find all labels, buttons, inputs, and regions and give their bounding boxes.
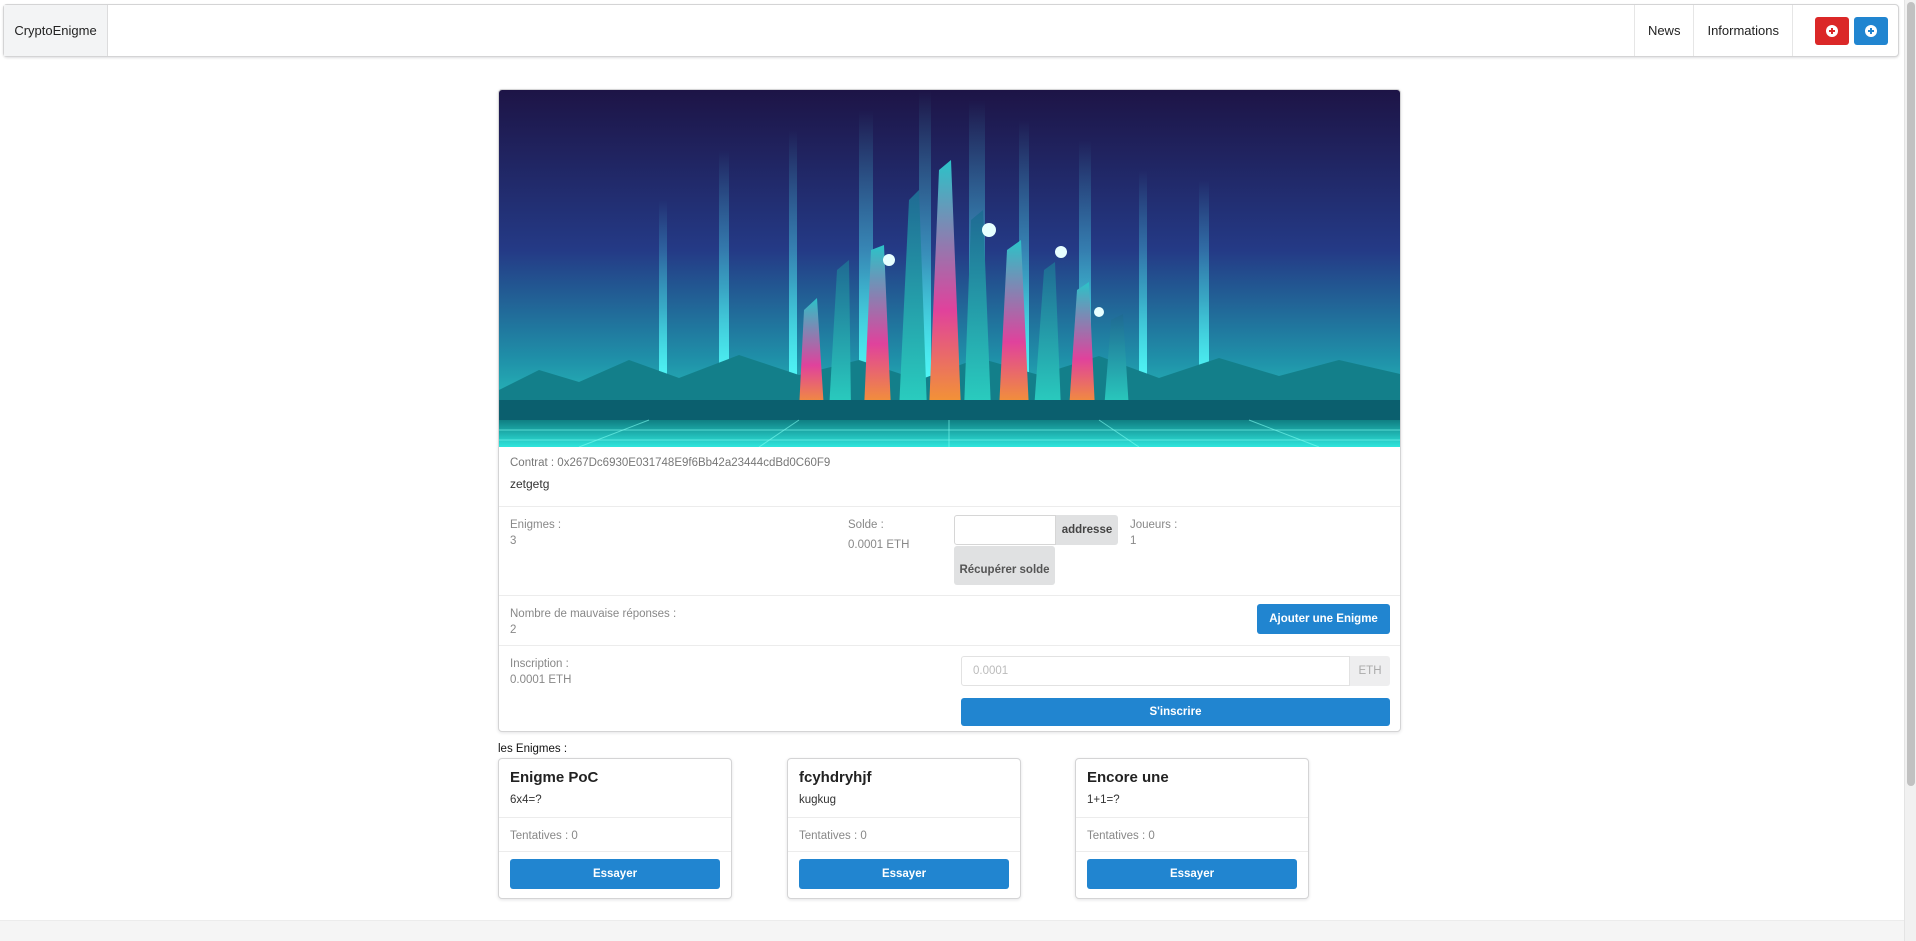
scrollbar-thumb[interactable]: [1907, 2, 1915, 786]
address-input[interactable]: [954, 515, 1056, 545]
enigme-card: Encore une 1+1=? Tentatives : 0 Essayer: [1075, 758, 1309, 899]
divider: [1076, 851, 1308, 852]
contract-description: zetgetg: [510, 477, 550, 491]
contract-address: Contrat : 0x267Dc6930E031748E9f6Bb42a234…: [510, 457, 831, 469]
enigme-title: fcyhdryhjf: [799, 769, 872, 786]
inscription-row: Inscription : 0.0001 ETH 0.0001 ETH S'in…: [499, 646, 1400, 731]
menu-spacer: [108, 5, 1634, 56]
page-scrollbar[interactable]: [1904, 0, 1916, 941]
joueurs-label: Joueurs :: [1130, 519, 1178, 531]
menu-item-news[interactable]: News: [1633, 5, 1694, 56]
brand-link[interactable]: CryptoEnigme: [4, 5, 108, 56]
contract-header: Contrat : 0x267Dc6930E031748E9f6Bb42a234…: [499, 447, 1400, 507]
eth-amount-field: 0.0001 ETH: [961, 656, 1390, 686]
enigme-title: Enigme PoC: [510, 769, 599, 786]
stats-row: Enigmes : 3 Solde : 0.0001 ETH addresse …: [499, 507, 1400, 596]
inscription-label: Inscription :: [510, 658, 569, 670]
recuperer-solde-button[interactable]: Récupérer solde: [954, 546, 1055, 585]
essayer-button[interactable]: Essayer: [799, 859, 1009, 889]
wrong-answers-block: Nombre de mauvaise réponses : 2: [510, 606, 676, 638]
solde-block: Solde : 0.0001 ETH: [848, 517, 909, 553]
divider: [1076, 817, 1308, 818]
wrong-answers-row: Nombre de mauvaise réponses : 2 Ajouter …: [499, 596, 1400, 646]
wrong-answers-label: Nombre de mauvaise réponses :: [510, 608, 677, 620]
enigme-question: 1+1=?: [1087, 794, 1120, 806]
joueurs-block: Joueurs : 1: [1130, 517, 1177, 549]
inscription-value: 0.0001 ETH: [510, 674, 572, 686]
enigmes-section-title: les Enigmes :: [498, 743, 568, 755]
divider: [499, 851, 731, 852]
enigmes-value: 3: [510, 535, 517, 547]
enigme-card: Enigme PoC 6x4=? Tentatives : 0 Essayer: [498, 758, 732, 899]
address-field: addresse: [954, 515, 1118, 545]
divider: [499, 817, 731, 818]
menu-item-informations[interactable]: Informations: [1693, 5, 1792, 56]
solde-label: Solde :: [848, 519, 884, 531]
add-enigme-button[interactable]: Ajouter une Enigme: [1257, 604, 1390, 634]
enigme-title: Encore une: [1087, 769, 1169, 786]
divider: [788, 851, 1020, 852]
inscription-block: Inscription : 0.0001 ETH: [510, 656, 571, 688]
plus-circle-icon: [1826, 24, 1838, 37]
plus-circle-icon: [1865, 24, 1877, 37]
enigmes-count: Enigmes : 3: [510, 517, 561, 549]
eth-unit-label: ETH: [1350, 656, 1390, 686]
enigmes-label: Enigmes :: [510, 519, 562, 531]
enigme-card: fcyhdryhjf kugkug Tentatives : 0 Essayer: [787, 758, 1021, 899]
solde-value: 0.0001 ETH: [848, 539, 910, 551]
menu-button-group: [1792, 5, 1898, 56]
wrong-answers-value: 2: [510, 624, 517, 636]
enigme-tentatives: Tentatives : 0: [799, 830, 867, 842]
enigme-tentatives: Tentatives : 0: [510, 830, 578, 842]
joueurs-value: 1: [1130, 535, 1137, 547]
enigme-question: kugkug: [799, 794, 837, 806]
enigme-question: 6x4=?: [510, 794, 542, 806]
inscrire-button[interactable]: S'inscrire: [961, 698, 1390, 726]
divider: [788, 817, 1020, 818]
essayer-button[interactable]: Essayer: [1087, 859, 1297, 889]
footer-band: [0, 920, 1904, 941]
hero-city-image: [499, 90, 1400, 447]
red-action-button[interactable]: [1815, 16, 1849, 45]
contract-card: Contrat : 0x267Dc6930E031748E9f6Bb42a234…: [498, 89, 1401, 732]
essayer-button[interactable]: Essayer: [510, 859, 720, 889]
enigme-tentatives: Tentatives : 0: [1087, 830, 1155, 842]
address-label: addresse: [1056, 515, 1118, 545]
eth-amount-input[interactable]: 0.0001: [961, 656, 1350, 686]
blue-action-button[interactable]: [1854, 16, 1888, 45]
top-menu: CryptoEnigme News Informations: [3, 4, 1899, 57]
